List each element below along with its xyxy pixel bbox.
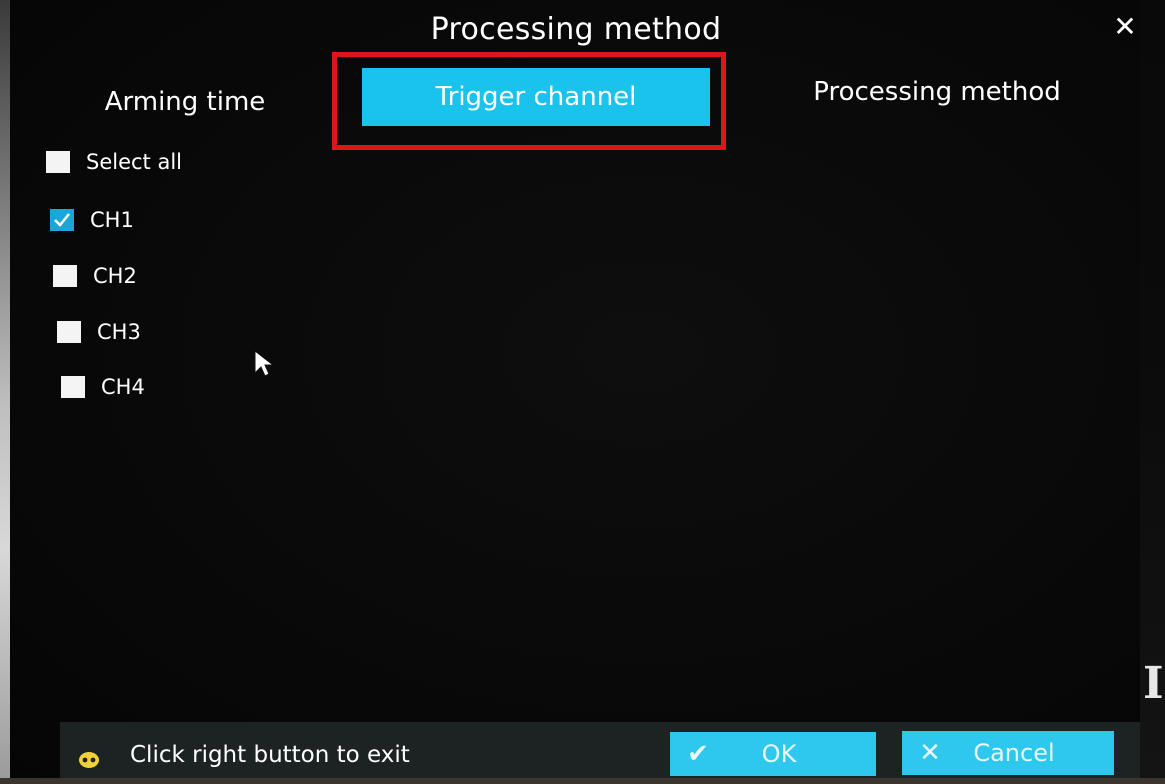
ch1-label: CH1: [90, 208, 134, 232]
channel-row-ch3[interactable]: CH3: [57, 320, 141, 344]
ok-button[interactable]: ✔ OK: [670, 732, 876, 776]
photo-edge-left: [0, 0, 10, 784]
ch1-checkbox[interactable]: [50, 209, 74, 231]
channel-row-ch2[interactable]: CH2: [53, 264, 137, 288]
photo-edge-bottom: [0, 778, 1165, 784]
mouse-pointer-icon: [254, 349, 275, 377]
tab-arming-time[interactable]: Arming time: [70, 80, 300, 124]
channel-row-ch4[interactable]: CH4: [61, 375, 145, 399]
ok-button-label: OK: [761, 740, 797, 768]
select-all-label: Select all: [86, 150, 182, 174]
background-glyph: I: [1143, 658, 1164, 709]
dvr-screen: I Processing method ✕ Arming time Trigge…: [0, 0, 1165, 784]
mouse-icon: [79, 752, 99, 768]
ch4-checkbox[interactable]: [61, 376, 85, 398]
check-icon: ✔: [687, 739, 709, 769]
annotation-highlight-box: [332, 52, 726, 150]
cancel-button-label: Cancel: [973, 739, 1055, 767]
check-icon: [54, 213, 70, 227]
x-icon: ✕: [919, 738, 941, 768]
exit-hint: Click right button to exit: [130, 742, 410, 768]
ch2-label: CH2: [93, 264, 137, 288]
channel-row-ch1[interactable]: CH1: [50, 208, 134, 232]
select-all-checkbox[interactable]: [46, 151, 70, 173]
dialog-title: Processing method: [430, 12, 722, 47]
ch2-checkbox[interactable]: [53, 265, 77, 287]
ch4-label: CH4: [101, 375, 145, 399]
tab-processing-method[interactable]: Processing method: [772, 70, 1102, 114]
processing-method-dialog: Processing method ✕ Arming time Trigger …: [10, 0, 1142, 778]
select-all-row[interactable]: Select all: [46, 150, 182, 174]
cancel-button[interactable]: ✕ Cancel: [902, 731, 1114, 775]
ch3-label: CH3: [97, 320, 141, 344]
ch3-checkbox[interactable]: [57, 321, 81, 343]
close-icon[interactable]: ✕: [1108, 10, 1142, 44]
